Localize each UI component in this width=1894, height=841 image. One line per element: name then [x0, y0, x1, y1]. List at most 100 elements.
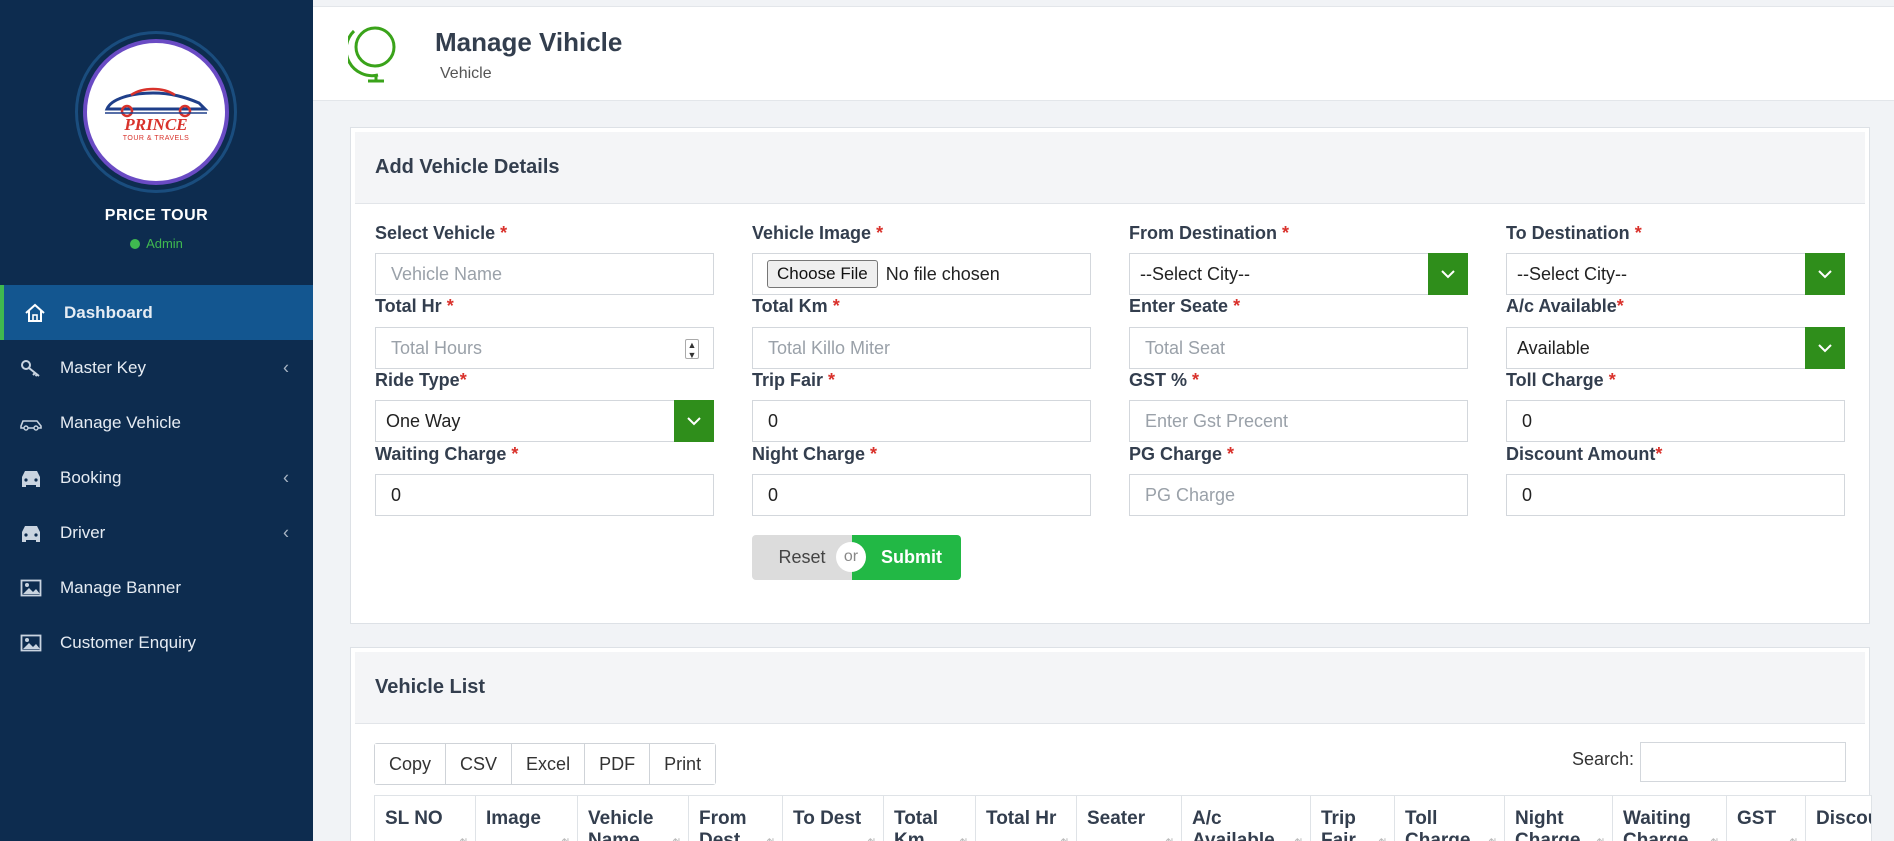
ride-type-select[interactable]: One Way: [375, 400, 714, 442]
from-destination-select[interactable]: --Select City--: [1129, 253, 1468, 295]
sort-icon: ⇅: [1378, 832, 1388, 841]
sidebar-item-label: Booking: [60, 467, 122, 487]
toll-charge-input[interactable]: 0: [1506, 400, 1845, 442]
pg-charge-label: PG Charge *: [1129, 444, 1235, 464]
key-icon: [18, 357, 44, 379]
ride-type-label: Ride Type*: [375, 370, 467, 390]
car-icon: [18, 412, 44, 434]
vehicle-name-input[interactable]: Vehicle Name: [375, 253, 714, 295]
total-km-input[interactable]: Total Killo Miter: [752, 327, 1091, 369]
discount-amount-input[interactable]: 0: [1506, 474, 1845, 516]
chevron-left-icon: ‹: [283, 467, 289, 487]
sort-icon: ⇅: [1060, 832, 1070, 841]
file-status: No file chosen: [885, 263, 1000, 284]
avatar: PRINCE TOUR & TRAVELS: [75, 31, 237, 193]
total-hours-input[interactable]: Total Hours ▲ ▼: [375, 327, 714, 369]
page-title: Manage Vihicle: [435, 27, 623, 57]
sort-icon: ⇅: [672, 832, 682, 841]
sidebar-item-label: Manage Vehicle: [60, 412, 181, 432]
sort-icon: ⇅: [1789, 832, 1799, 841]
column-header[interactable]: To Dest⇅: [783, 796, 884, 841]
to-destination-label: To Destination *: [1506, 223, 1642, 243]
sort-icon: ⇅: [766, 832, 776, 841]
column-header[interactable]: Discount: [1806, 796, 1871, 841]
print-button[interactable]: Print: [650, 744, 716, 784]
vehicle-list-title: Vehicle List: [355, 652, 1865, 724]
column-header[interactable]: Night Charge⇅: [1505, 796, 1613, 841]
ac-available-select[interactable]: Available: [1506, 327, 1845, 369]
chevron-down-icon[interactable]: [1805, 253, 1845, 295]
gst-label: GST % *: [1129, 370, 1200, 390]
chevron-down-icon[interactable]: [674, 400, 714, 442]
chevron-down-icon[interactable]: [1805, 327, 1845, 369]
column-header[interactable]: Total Hr⇅: [976, 796, 1077, 841]
column-header[interactable]: Total Km⇅: [884, 796, 976, 841]
number-spinner-icon[interactable]: ▲ ▼: [685, 339, 699, 360]
total-km-label: Total Km *: [752, 296, 840, 316]
sidebar-item-dashboard[interactable]: Dashboard: [0, 285, 313, 340]
sidebar-item-customer-enquiry[interactable]: Customer Enquiry: [0, 615, 313, 670]
add-vehicle-card: Add Vehicle Details: [350, 127, 1870, 624]
brand-name: PRICE TOUR: [104, 207, 209, 224]
toll-charge-label: Toll Charge *: [1506, 370, 1616, 390]
car-logo-icon: [104, 87, 209, 117]
from-destination-label: From Destination *: [1129, 223, 1290, 243]
column-header[interactable]: Vehicle Name⇅: [578, 796, 689, 841]
sidebar: PRINCE TOUR & TRAVELS PRICE TOUR Admin D…: [0, 0, 313, 841]
trip-fair-input[interactable]: 0: [752, 400, 1091, 442]
total-seat-input[interactable]: Total Seat: [1129, 327, 1468, 369]
sidebar-item-manage-banner[interactable]: Manage Banner: [0, 560, 313, 615]
logo-subtext: TOUR & TRAVELS: [122, 134, 190, 142]
csv-button[interactable]: CSV: [446, 744, 513, 784]
page-header: Manage Vihicle Vehicle: [313, 6, 1894, 101]
trip-fair-label: Trip Fair *: [752, 370, 836, 390]
sort-icon: ⇅: [959, 832, 969, 841]
sidebar-item-driver[interactable]: Driver ‹: [0, 505, 313, 560]
to-destination-select[interactable]: --Select City--: [1506, 253, 1845, 295]
sidebar-item-manage-vehicle[interactable]: Manage Vehicle: [0, 395, 313, 450]
ride-type-value: One Way: [386, 410, 461, 431]
night-charge-label: Night Charge *: [752, 444, 878, 464]
copy-button[interactable]: Copy: [375, 744, 447, 784]
chevron-left-icon: ‹: [283, 522, 289, 542]
sidebar-item-label: Dashboard: [64, 302, 153, 322]
column-header[interactable]: A/c Available⇅: [1182, 796, 1311, 841]
add-vehicle-title: Add Vehicle Details: [355, 132, 1865, 204]
gst-input[interactable]: Enter Gst Precent: [1129, 400, 1468, 442]
choose-file-button[interactable]: Choose File: [767, 260, 878, 288]
column-header[interactable]: Seater⇅: [1077, 796, 1182, 841]
excel-button[interactable]: Excel: [512, 744, 586, 784]
column-header[interactable]: Trip Fair⇅: [1311, 796, 1395, 841]
sidebar-item-master-key[interactable]: Master Key ‹: [0, 340, 313, 395]
car-front-icon: [18, 522, 44, 544]
sort-icon: ⇅: [1710, 832, 1720, 841]
column-header[interactable]: Image⇅: [476, 796, 578, 841]
sidebar-item-label: Driver: [60, 522, 106, 542]
car-front-icon: [18, 467, 44, 489]
image-icon: [18, 632, 44, 654]
sidebar-nav: Dashboard Master Key ‹ Manage Vehicle Bo…: [0, 285, 313, 670]
total-hr-label: Total Hr *: [375, 296, 454, 316]
vehicle-image-input[interactable]: Choose File No file chosen: [752, 253, 1091, 295]
sort-icon: ⇅: [459, 832, 469, 841]
sort-icon: ⇅: [1488, 832, 1498, 841]
or-separator: or: [836, 542, 866, 572]
night-charge-input[interactable]: 0: [752, 474, 1091, 516]
column-header[interactable]: Waiting Charge⇅: [1613, 796, 1727, 841]
pdf-button[interactable]: PDF: [585, 744, 651, 784]
sort-icon: ⇅: [1294, 832, 1304, 841]
search-input[interactable]: [1640, 742, 1846, 782]
sort-icon: ⇅: [867, 832, 877, 841]
waiting-charge-input[interactable]: 0: [375, 474, 714, 516]
column-header[interactable]: Toll Charge⇅: [1395, 796, 1505, 841]
submit-button[interactable]: Submit: [852, 535, 961, 580]
breadcrumb: Vehicle: [440, 65, 492, 82]
sidebar-item-booking[interactable]: Booking ‹: [0, 450, 313, 505]
pg-charge-input[interactable]: PG Charge: [1129, 474, 1468, 516]
waiting-charge-label: Waiting Charge *: [375, 444, 519, 464]
column-header[interactable]: GST⇅: [1727, 796, 1806, 841]
to-destination-value: --Select City--: [1517, 263, 1628, 284]
column-header[interactable]: From Dest⇅: [689, 796, 783, 841]
chevron-down-icon[interactable]: [1428, 253, 1468, 295]
column-header[interactable]: SL NO⇅: [375, 796, 476, 841]
